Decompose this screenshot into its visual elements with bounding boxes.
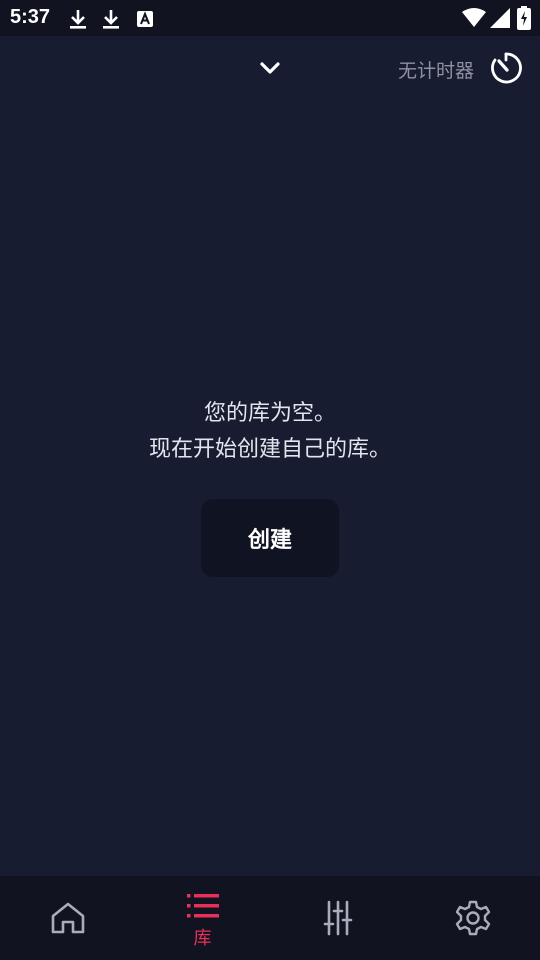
bottom-nav: 库 xyxy=(0,876,540,960)
download-icon xyxy=(70,10,86,29)
download-icon xyxy=(103,10,119,29)
top-bar: 无计时器 xyxy=(0,36,540,102)
list-icon xyxy=(186,894,219,918)
nav-item-settings[interactable] xyxy=(405,876,540,960)
nav-label-library: 库 xyxy=(193,928,212,949)
keyboard-a-icon xyxy=(137,11,153,27)
status-time: 5:37 xyxy=(10,6,51,28)
settings-icon xyxy=(455,900,490,936)
chevron-down-icon[interactable] xyxy=(254,52,286,84)
empty-state: 您的库为空。 现在开始创建自己的库。 xyxy=(0,396,540,468)
nav-item-equalizer[interactable] xyxy=(270,876,405,960)
nav-item-library[interactable]: 库 xyxy=(135,876,270,960)
wifi-icon xyxy=(462,8,486,27)
timer-icon[interactable] xyxy=(488,50,524,86)
battery-charging-icon xyxy=(517,6,531,30)
timer-label[interactable]: 无计时器 xyxy=(398,56,474,83)
signal-icon xyxy=(490,8,510,28)
nav-item-home[interactable] xyxy=(0,876,135,960)
equalizer-icon xyxy=(323,900,352,936)
create-button[interactable]: 创建 xyxy=(201,499,339,577)
empty-message-line2: 现在开始创建自己的库。 xyxy=(148,437,391,462)
home-icon xyxy=(51,902,84,934)
empty-message-line1: 您的库为空。 xyxy=(203,401,336,426)
status-bar: 5:37 xyxy=(0,0,540,36)
